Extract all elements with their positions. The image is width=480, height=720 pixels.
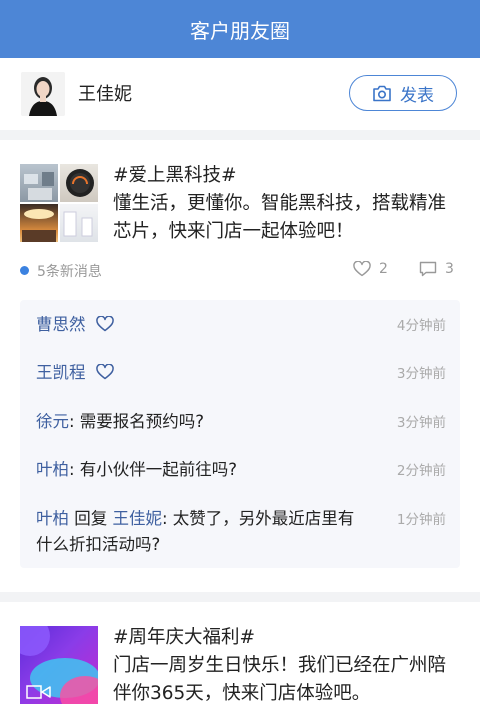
comment-user[interactable]: 曹思然: [36, 315, 86, 334]
moment-post: #周年庆大福利# 门店一周岁生日快乐！我们已经在广州陪伴你365天，快来门店体验…: [0, 602, 480, 720]
comment-time: 3分钟前: [396, 415, 446, 431]
comment-text: : 需要报名预约吗?: [69, 412, 205, 431]
comment-user[interactable]: 王凯程: [36, 363, 86, 382]
new-messages-link[interactable]: 5条新消息: [37, 261, 102, 281]
moment-post: #爱上黑科技# 懂生活，更懂你。智能黑科技，搭载精准芯片，快来门店一起体验吧！ …: [0, 140, 480, 592]
comment-time: 4分钟前: [396, 318, 446, 334]
comment-user[interactable]: 叶柏: [36, 460, 69, 479]
comment-time: 2分钟前: [396, 463, 446, 479]
post-video-thumbnail[interactable]: [20, 626, 98, 704]
comment-icon: [419, 261, 437, 277]
post-image[interactable]: [60, 164, 98, 202]
post-topic-tag[interactable]: #周年庆大福利#: [113, 624, 463, 652]
page-title: 客户朋友圈: [190, 18, 290, 43]
list-item[interactable]: 叶柏: 有小伙伴一起前往吗? 2分钟前: [36, 457, 446, 483]
list-item[interactable]: 王凯程 3分钟前: [36, 360, 446, 386]
profile-bar: 王佳妮 发表: [0, 58, 480, 130]
camera-icon: [373, 85, 391, 101]
heart-icon: [95, 364, 114, 380]
like-count-button[interactable]: 2: [353, 261, 388, 277]
list-item[interactable]: 曹思然 4分钟前: [36, 312, 446, 338]
post-content: #爱上黑科技# 懂生活，更懂你。智能黑科技，搭载精准芯片，快来门店一起体验吧！: [113, 162, 463, 246]
profile-name: 王佳妮: [78, 84, 132, 105]
comment-time: 1分钟前: [396, 512, 446, 528]
avatar[interactable]: [21, 72, 65, 116]
comment-count: 3: [445, 261, 454, 277]
post-meta: 5条新消息 2 3: [20, 260, 460, 282]
heart-icon: [95, 316, 114, 332]
post-button[interactable]: 发表: [349, 75, 457, 111]
comment-user[interactable]: 叶柏: [36, 509, 69, 528]
comment-time: 3分钟前: [396, 366, 446, 382]
post-image[interactable]: [60, 204, 98, 242]
list-item[interactable]: 叶柏 回复 王佳妮: 太赞了，另外最近店里有什么折扣活动吗? 1分钟前: [36, 506, 446, 558]
post-content: #周年庆大福利# 门店一周岁生日快乐！我们已经在广州陪伴你365天，快来门店体验…: [113, 624, 463, 708]
post-topic-tag[interactable]: #爱上黑科技#: [113, 162, 463, 190]
post-body: 门店一周岁生日快乐！我们已经在广州陪伴你365天，快来门店体验吧。: [113, 655, 447, 704]
post-image[interactable]: [20, 164, 58, 202]
heart-icon: [353, 261, 371, 277]
unread-dot: [20, 266, 29, 275]
comment-text: : 有小伙伴一起前往吗?: [69, 460, 238, 479]
app-header: 客户朋友圈: [0, 0, 480, 58]
reply-target-user[interactable]: 王佳妮: [113, 509, 163, 528]
comment-count-button[interactable]: 3: [419, 261, 454, 277]
post-button-label: 发表: [400, 85, 434, 106]
reply-word: 回复: [69, 509, 113, 528]
video-icon: [26, 685, 51, 699]
post-image-grid[interactable]: [20, 164, 98, 242]
list-item[interactable]: 徐元: 需要报名预约吗? 3分钟前: [36, 409, 446, 435]
like-count: 2: [379, 261, 388, 277]
post-body: 懂生活，更懂你。智能黑科技，搭载精准芯片，快来门店一起体验吧！: [113, 193, 447, 242]
post-image[interactable]: [20, 204, 58, 242]
comment-user[interactable]: 徐元: [36, 412, 69, 431]
comment-list: 曹思然 4分钟前 王凯程 3分钟前 徐元: 需要报名预约吗? 3分钟前 叶柏: …: [20, 300, 460, 568]
